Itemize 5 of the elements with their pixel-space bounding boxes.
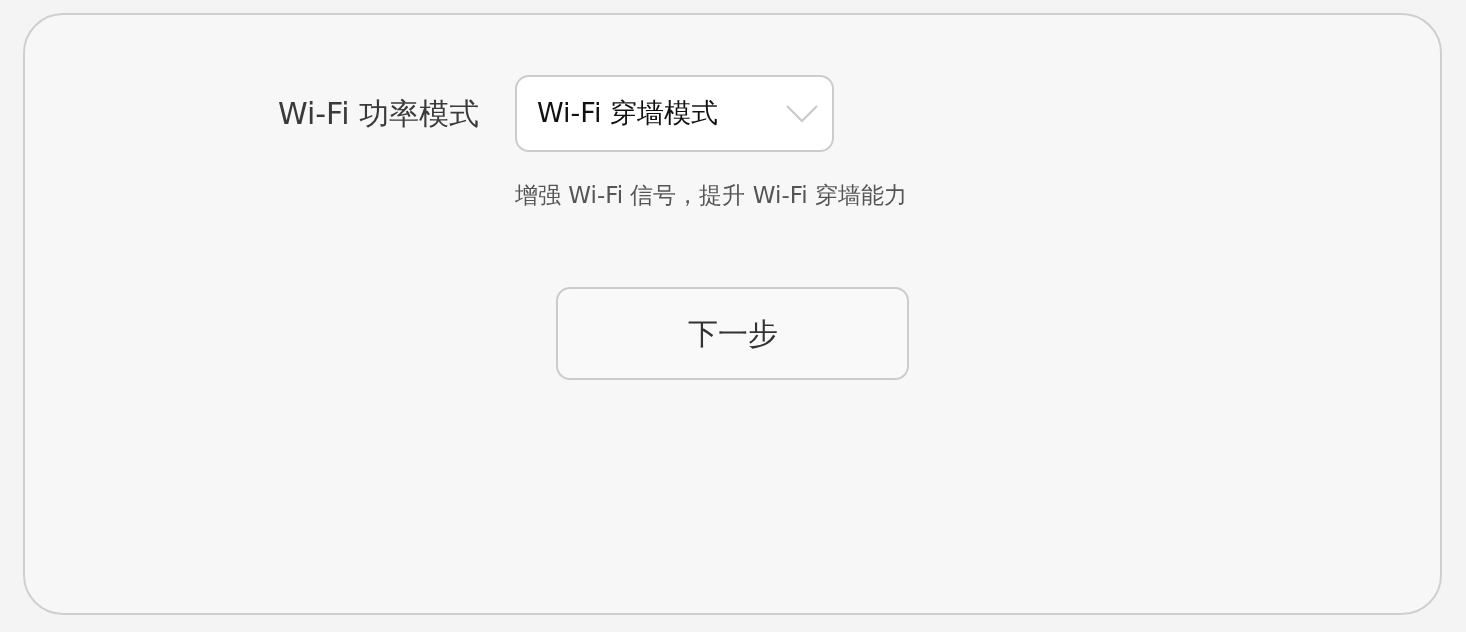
chevron-down-icon xyxy=(786,104,818,123)
power-mode-label: Wi-Fi 功率模式 xyxy=(277,95,479,133)
hint-text: 增强 Wi-Fi 信号，提升 Wi-Fi 穿墙能力 xyxy=(515,181,907,210)
next-button[interactable]: 下一步 xyxy=(556,286,909,380)
mode-select[interactable]: Wi-Fi 穿墙模式 xyxy=(515,75,834,152)
